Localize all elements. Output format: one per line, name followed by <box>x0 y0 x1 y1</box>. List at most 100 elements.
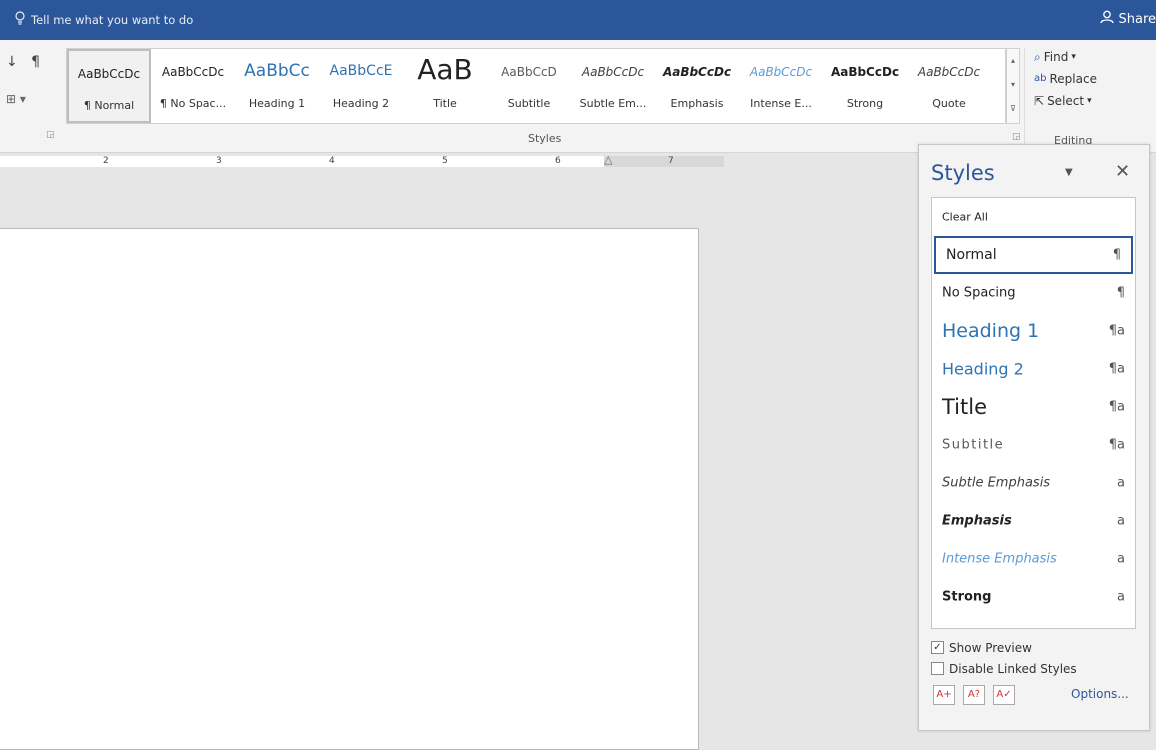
style-list-item[interactable]: Emphasis a <box>932 502 1135 540</box>
find-label: Find <box>1043 50 1069 64</box>
show-formatting-icon[interactable]: ¶ <box>31 54 40 70</box>
paragraph-launcher-icon[interactable]: ◲ <box>46 130 55 140</box>
gallery-style-item[interactable]: AaBbCcDc Quote <box>907 49 991 123</box>
paragraph-controls: ↓ ¶ <box>6 54 40 70</box>
style-list-item[interactable]: Strong a <box>932 578 1135 616</box>
linked-style-icon: ¶a <box>1108 437 1125 453</box>
gallery-style-label: ¶ No Spac... <box>159 97 227 110</box>
character-style-icon: a <box>1117 551 1125 567</box>
gallery-style-item[interactable]: AaBbCcD Subtitle <box>487 49 571 123</box>
editing-group: ⌕ Find ▾ ab Replace ⇱ Select ▾ <box>1034 46 1097 112</box>
style-name: Intense Emphasis <box>942 551 1057 567</box>
options-link[interactable]: Options... <box>1071 687 1129 701</box>
gallery-style-label: Subtitle <box>507 97 551 110</box>
style-inspector-icon[interactable]: A? <box>963 685 985 705</box>
horizontal-ruler[interactable]: 2 3 4 5 6 7 △ <box>0 153 910 171</box>
gallery-style-sample: AaBbCcDc <box>917 65 981 79</box>
person-icon <box>1100 10 1115 28</box>
tell-me-box[interactable]: Tell me what you want to do <box>14 11 193 28</box>
gallery-style-sample: AaBbCcDc <box>830 65 900 79</box>
gallery-style-sample: AaBbCcDc <box>662 65 732 79</box>
ruler-number: 4 <box>329 156 335 166</box>
style-list-item[interactable]: Subtitle ¶a <box>932 426 1135 464</box>
styles-launcher-icon[interactable]: ◲ <box>1012 132 1021 142</box>
replace-button[interactable]: ab Replace <box>1034 68 1097 90</box>
close-icon[interactable]: ✕ <box>1115 161 1130 182</box>
style-name: Heading 1 <box>942 320 1040 342</box>
ruler-number: 3 <box>216 156 222 166</box>
styles-list: Clear All Normal ¶ No Spacing ¶ Heading 1 ¶a He… <box>931 197 1136 629</box>
styles-gallery: AaBbCcDc ¶ Normal AaBbCcDc ¶ No Spac... AaBb… <box>66 48 1006 124</box>
borders-icon[interactable]: ⊞ ▾ <box>6 92 26 106</box>
document-page[interactable] <box>0 228 699 750</box>
character-style-icon: a <box>1117 475 1125 491</box>
disable-linked-checkbox[interactable]: Disable Linked Styles <box>931 658 1077 679</box>
style-list-item[interactable]: Title ¶a <box>932 388 1135 426</box>
gallery-style-item[interactable]: AaBbCcDc Strong <box>823 49 907 123</box>
ruler-number: 5 <box>442 156 448 166</box>
style-list-item[interactable]: No Spacing ¶ <box>932 274 1135 312</box>
chevron-down-icon: ▾ <box>1087 96 1092 106</box>
gallery-style-item[interactable]: AaBbCcDc Subtle Em... <box>571 49 655 123</box>
tell-me-text: Tell me what you want to do <box>31 12 194 27</box>
style-list-item[interactable]: Intense Emphasis a <box>932 540 1135 578</box>
gallery-up-icon[interactable]: ▴ <box>1007 49 1019 73</box>
gallery-more-icon[interactable]: ⊽ <box>1007 97 1019 121</box>
gallery-style-item[interactable]: AaBbCcDc Intense E... <box>739 49 823 123</box>
checkbox-icon <box>931 662 944 675</box>
style-name: Strong <box>942 589 992 605</box>
gallery-style-item[interactable]: AaBbCcDc ¶ Normal <box>67 49 151 123</box>
chevron-down-icon: ▾ <box>1071 52 1076 62</box>
ruler-number: 2 <box>103 156 109 166</box>
style-name: Normal <box>946 247 997 263</box>
gallery-style-item[interactable]: AaBbCcE Heading 2 <box>319 49 403 123</box>
style-name: Subtle Emphasis <box>942 475 1051 491</box>
find-button[interactable]: ⌕ Find ▾ <box>1034 46 1097 68</box>
share-label: Share <box>1118 11 1156 27</box>
character-style-icon: a <box>1117 513 1125 529</box>
ruler-number: 6 <box>555 156 561 166</box>
style-name: Emphasis <box>942 513 1012 529</box>
gallery-style-sample: AaBbCcDc <box>161 65 225 79</box>
manage-styles-icon[interactable]: A✓ <box>993 685 1015 705</box>
gallery-style-item[interactable]: AaB Title <box>403 49 487 123</box>
style-list-item[interactable]: Normal ¶ <box>934 236 1133 274</box>
share-button[interactable]: Share <box>1100 10 1156 28</box>
style-list-item[interactable]: Heading 2 ¶a <box>932 350 1135 388</box>
gallery-style-item[interactable]: AaBbCc Heading 1 <box>235 49 319 123</box>
gallery-style-label: Subtle Em... <box>579 97 647 110</box>
style-list-item[interactable]: Subtle Emphasis a <box>932 464 1135 502</box>
replace-label: Replace <box>1049 72 1097 86</box>
style-list-item[interactable]: Heading 1 ¶a <box>932 312 1135 350</box>
show-preview-checkbox[interactable]: ✓ Show Preview <box>931 637 1077 658</box>
styles-pane: Styles ▼ ✕ Clear All Normal ¶ No Spacing ¶ He… <box>918 144 1150 731</box>
gallery-style-item[interactable]: AaBbCcDc Emphasis <box>655 49 739 123</box>
pane-menu-icon[interactable]: ▼ <box>1065 167 1073 178</box>
gallery-style-label: Intense E... <box>750 97 812 110</box>
gallery-style-item[interactable]: AaBbCcDc ¶ No Spac... <box>151 49 235 123</box>
pane-buttons: A+ A? A✓ <box>933 685 1015 705</box>
style-list-item[interactable]: Clear All <box>932 198 1135 236</box>
select-label: Select <box>1047 94 1085 108</box>
paragraph-style-icon: ¶ <box>1116 285 1125 301</box>
style-name: Clear All <box>942 210 988 224</box>
linked-style-icon: ¶a <box>1108 323 1125 339</box>
right-indent-icon[interactable]: △ <box>604 153 612 166</box>
gallery-style-sample: AaBbCcE <box>329 63 393 79</box>
gallery-scrollbar[interactable]: ▴ ▾ ⊽ <box>1006 48 1020 124</box>
gallery-style-sample: AaBbCcD <box>501 65 557 79</box>
ribbon: ↓ ¶ ⊞ ▾ ◲ AaBbCcDc ¶ Normal AaBbCcDc ¶ No S… <box>0 40 1156 153</box>
gallery-style-label: Strong <box>846 97 884 110</box>
gallery-style-sample: AaBbCcDc <box>749 65 813 79</box>
sort-icon[interactable]: ↓ <box>6 54 18 70</box>
gallery-down-icon[interactable]: ▾ <box>1007 73 1019 97</box>
linked-style-icon: ¶a <box>1108 361 1125 377</box>
paragraph-style-icon: ¶ <box>1112 247 1121 263</box>
ruler-number: 7 <box>668 156 674 166</box>
new-style-icon[interactable]: A+ <box>933 685 955 705</box>
select-button[interactable]: ⇱ Select ▾ <box>1034 90 1097 112</box>
style-name: No Spacing <box>942 285 1016 301</box>
gallery-style-sample: AaBbCc <box>244 61 310 81</box>
ruler-text-area <box>0 156 604 167</box>
checkbox-checked-icon: ✓ <box>931 641 944 654</box>
